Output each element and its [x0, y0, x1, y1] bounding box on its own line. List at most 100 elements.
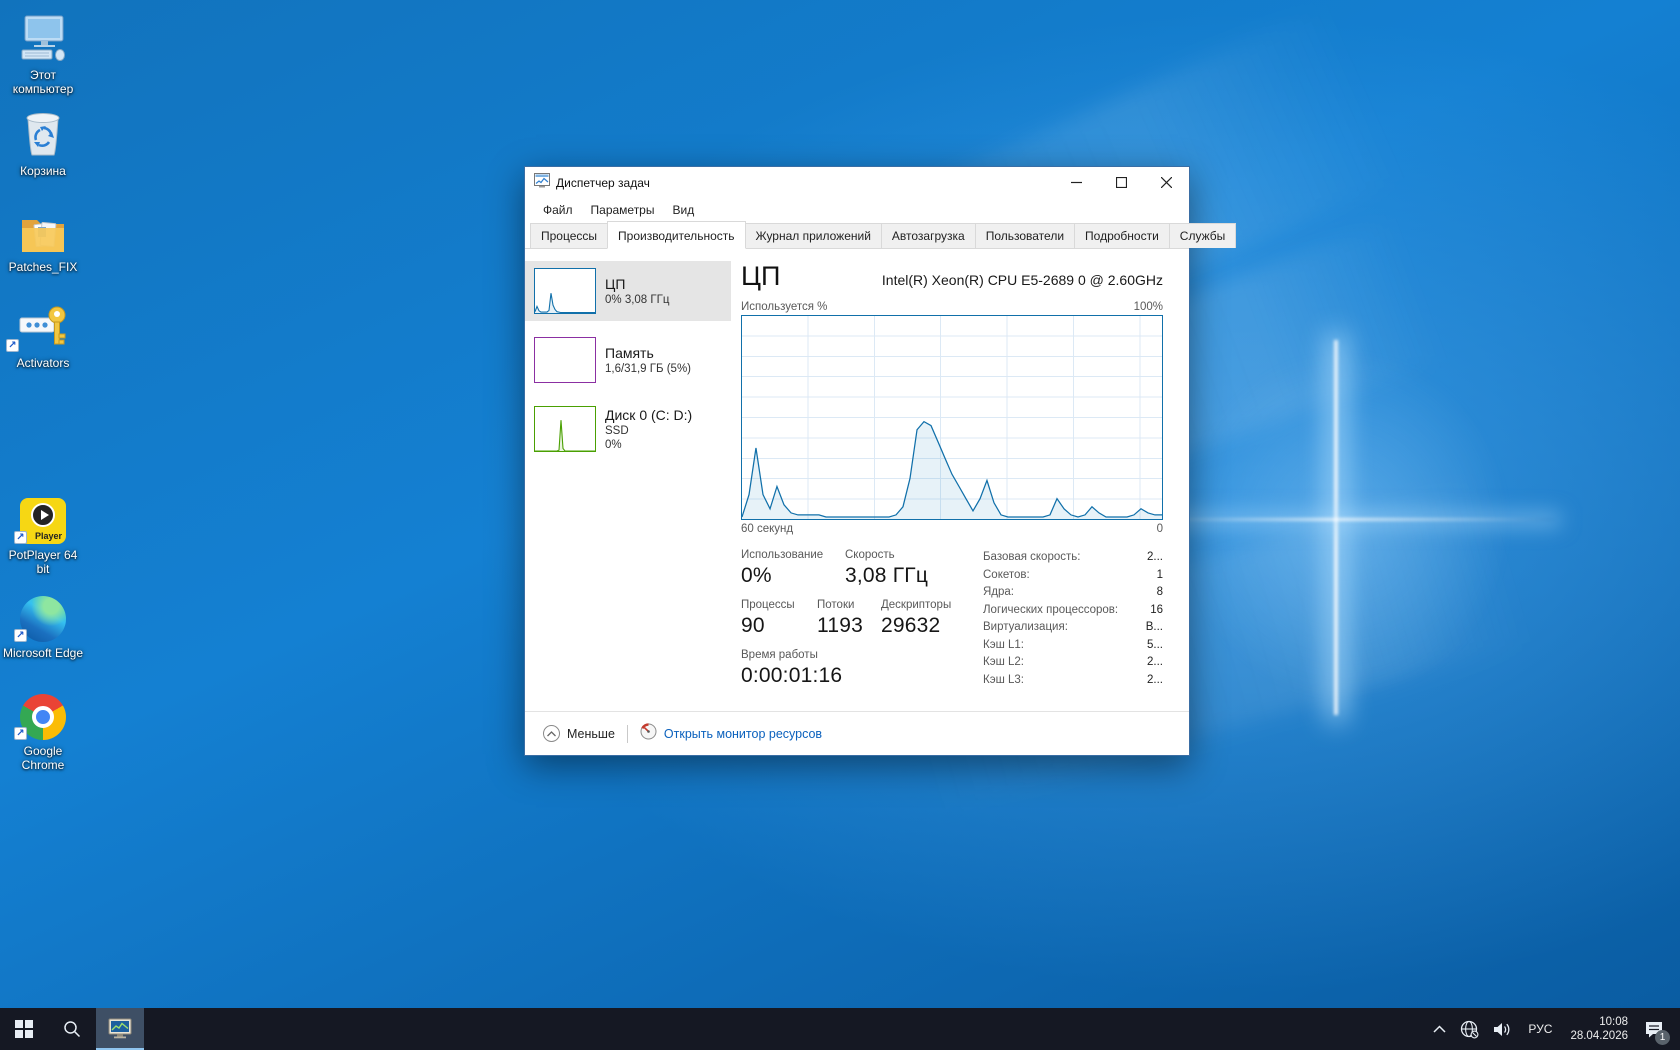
threads-value: 1193	[817, 614, 881, 638]
shortcut-arrow-icon: ↗	[14, 727, 27, 740]
detail-value: 2...	[1147, 654, 1163, 672]
menu-bar: Файл Параметры Вид	[525, 198, 1189, 222]
tab-app-history[interactable]: Журнал приложений	[745, 223, 882, 248]
tab-performance[interactable]: Производительность	[607, 221, 745, 249]
minimize-button[interactable]	[1054, 167, 1099, 198]
desktop-icon-label: Корзина	[2, 164, 84, 178]
sidebar-memory-title: Память	[605, 345, 691, 361]
shortcut-arrow-icon: ↗	[14, 629, 27, 642]
title-bar[interactable]: Диспетчер задач	[525, 167, 1189, 198]
tab-users[interactable]: Пользователи	[975, 223, 1075, 248]
detail-label: Кэш L2:	[983, 654, 1024, 672]
desktop-icon-label: Patches_FIX	[2, 260, 84, 274]
start-button[interactable]	[0, 1008, 48, 1050]
windows-logo-icon	[15, 1020, 33, 1038]
detail-label: Кэш L3:	[983, 672, 1024, 690]
wallpaper-window-glow	[1180, 350, 1510, 700]
taskbar-task-manager-button[interactable]	[96, 1008, 144, 1050]
detail-value: 2...	[1147, 672, 1163, 690]
desktop-icon-patches-fix[interactable]: Patches_FIX	[2, 204, 84, 274]
recycle-bin-icon	[2, 108, 84, 160]
menu-view[interactable]: Вид	[663, 200, 703, 220]
memory-mini-chart	[534, 337, 596, 383]
cpu-heading: ЦП	[741, 261, 780, 291]
language-indicator[interactable]: РУС	[1519, 1022, 1561, 1036]
resource-monitor-icon	[640, 723, 657, 745]
cpu-stats: Использование 0% Скорость 3,08 ГГц Проце…	[741, 549, 983, 699]
desktop-icon-recycle-bin[interactable]: Корзина	[2, 108, 84, 178]
detail-value: 8	[1157, 584, 1163, 602]
chart-y-axis-label: Используется %	[741, 301, 827, 313]
cpu-mini-chart	[534, 268, 596, 314]
desktop-icon-this-pc[interactable]: Этот компьютер	[2, 12, 84, 96]
potplayer-icon: Player ↗	[2, 492, 84, 544]
detail-value: В...	[1146, 619, 1163, 637]
chevron-up-icon	[1433, 1025, 1446, 1033]
tab-strip: Процессы Производительность Журнал прило…	[525, 222, 1189, 249]
detail-label: Ядра:	[983, 584, 1014, 602]
desktop-icon-label: Activators	[2, 356, 84, 370]
detail-value: 2...	[1147, 549, 1163, 567]
menu-options[interactable]: Параметры	[582, 200, 664, 220]
tab-processes[interactable]: Процессы	[530, 223, 608, 248]
this-pc-icon	[2, 12, 84, 64]
edge-icon: ↗	[2, 590, 84, 642]
disk-mini-chart	[534, 406, 596, 452]
desktop-icon-edge[interactable]: ↗ Microsoft Edge	[2, 590, 84, 660]
search-button[interactable]	[48, 1008, 96, 1050]
desktop-icon-label: PotPlayer 64 bit	[2, 548, 84, 576]
speed-value: 3,08 ГГц	[845, 564, 928, 588]
open-resource-monitor-link[interactable]: Открыть монитор ресурсов	[664, 727, 822, 741]
tab-startup[interactable]: Автозагрузка	[881, 223, 976, 248]
globe-network-icon	[1460, 1020, 1479, 1039]
window-footer: Меньше Открыть монитор ресурсов	[525, 711, 1189, 755]
close-button[interactable]	[1144, 167, 1189, 198]
sidebar-item-memory[interactable]: Память 1,6/31,9 ГБ (5%)	[525, 330, 731, 390]
desktop-icon-label: Google Chrome	[2, 744, 84, 772]
clock-date: 28.04.2026	[1570, 1029, 1628, 1043]
fewer-details-button[interactable]: Меньше	[543, 725, 615, 742]
tab-services[interactable]: Службы	[1169, 223, 1236, 248]
search-icon	[63, 1020, 81, 1038]
detail-value: 5...	[1147, 637, 1163, 655]
maximize-button[interactable]	[1099, 167, 1144, 198]
clock-time: 10:08	[1570, 1015, 1628, 1029]
usage-label: Использование	[741, 549, 845, 561]
chart-y-max-label: 100%	[1134, 301, 1163, 313]
sidebar-item-cpu[interactable]: ЦП 0% 3,08 ГГц	[525, 261, 731, 321]
uptime-label: Время работы	[741, 649, 842, 661]
desktop-icon-activators[interactable]: ↗ Activators	[2, 300, 84, 370]
tab-details[interactable]: Подробности	[1074, 223, 1170, 248]
volume-button[interactable]	[1486, 1008, 1519, 1050]
shortcut-arrow-icon: ↗	[6, 339, 19, 352]
desktop-icon-potplayer[interactable]: Player ↗ PotPlayer 64 bit	[2, 492, 84, 576]
detail-value: 16	[1150, 602, 1163, 620]
clock[interactable]: 10:08 28.04.2026	[1561, 1015, 1637, 1043]
action-center-button[interactable]: 1	[1637, 1008, 1674, 1050]
desktop-icon-label: Этот компьютер	[2, 68, 84, 96]
sidebar-memory-subtitle: 1,6/31,9 ГБ (5%)	[605, 363, 691, 375]
speaker-icon	[1493, 1021, 1512, 1038]
detail-label: Базовая скорость:	[983, 549, 1080, 567]
cpu-usage-chart	[741, 315, 1163, 520]
folder-icon	[2, 204, 84, 256]
tray-expand-button[interactable]	[1426, 1008, 1453, 1050]
network-status-button[interactable]	[1453, 1008, 1486, 1050]
processes-label: Процессы	[741, 599, 817, 611]
task-manager-taskbar-icon	[108, 1018, 132, 1040]
speed-label: Скорость	[845, 549, 928, 561]
threads-label: Потоки	[817, 599, 881, 611]
desktop: Этот компьютер Корзина	[0, 0, 1680, 1050]
sidebar-item-disk0[interactable]: Диск 0 (C: D:) SSD 0%	[525, 399, 731, 459]
detail-label: Виртуализация:	[983, 619, 1068, 637]
taskbar: РУС 10:08 28.04.2026 1	[0, 1008, 1680, 1050]
window-title: Диспетчер задач	[556, 176, 1054, 190]
shortcut-arrow-icon: ↗	[14, 531, 27, 544]
menu-file[interactable]: Файл	[534, 200, 582, 220]
uptime-value: 0:00:01:16	[741, 664, 842, 688]
desktop-icon-chrome[interactable]: ↗ Google Chrome	[2, 688, 84, 772]
footer-separator	[627, 725, 628, 743]
chevron-up-icon	[543, 725, 560, 742]
chrome-icon: ↗	[2, 688, 84, 740]
cpu-panel: ЦП Intel(R) Xeon(R) CPU E5-2689 0 @ 2.60…	[731, 249, 1189, 711]
